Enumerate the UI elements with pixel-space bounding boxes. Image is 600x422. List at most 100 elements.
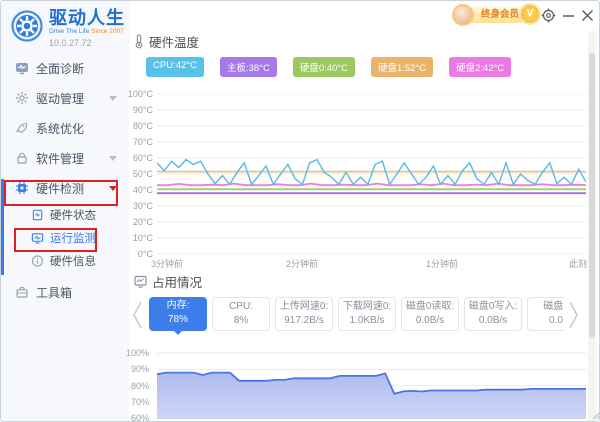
status-icon <box>31 208 44 221</box>
logo-gear-icon <box>9 8 45 44</box>
usage-card-value: 78% <box>149 313 207 327</box>
usage-card-title: 磁盘0读取: <box>402 300 458 314</box>
temp-ytick-0: 100°C <box>127 89 153 99</box>
series-硬盘2 <box>157 184 586 186</box>
temp-ytick-8: 20°C <box>127 217 153 227</box>
membership-badge[interactable]: 终身会员 <box>465 7 528 23</box>
temp-badge-cpu[interactable]: CPU:42°C <box>146 57 204 77</box>
temp-ytick-10: 0°C <box>127 249 153 259</box>
sidebar-item-hw-info[interactable]: 硬件信息 <box>1 249 129 272</box>
mem-ytick-2: 80% <box>123 381 149 391</box>
sidebar-item-label: 硬件信息 <box>50 253 96 269</box>
usage-card-value: 0.0B/s <box>402 314 458 328</box>
minimize-button[interactable] <box>559 6 577 24</box>
app-since: Since 2007 <box>91 28 124 35</box>
usage-card-value: 8% <box>213 314 269 328</box>
user-avatar[interactable] <box>452 4 474 26</box>
usage-card-title: 上传网速0: <box>276 300 332 314</box>
usage-card-title: CPU: <box>213 300 269 314</box>
lock-icon <box>15 151 29 165</box>
vip-v-icon[interactable]: V <box>521 5 539 23</box>
usage-card-cpu[interactable]: CPU:8% <box>212 297 270 331</box>
temp-ytick-1: 90°C <box>127 105 153 115</box>
temp-xtick-0: 3分钟前 <box>151 257 183 270</box>
sidebar-item-label: 运行监测 <box>50 230 96 246</box>
usage-card-title: 下载网速0: <box>339 300 395 314</box>
info-icon <box>31 254 44 267</box>
cards-scroll-right-icon[interactable] <box>568 300 579 335</box>
sidebar-item-software[interactable]: 软件管理 <box>1 143 129 173</box>
sidebar-active-indicator <box>1 179 4 275</box>
sidebar-item-label: 硬件状态 <box>50 207 96 223</box>
app-window: 驱动人生 Drive The Life Since 2007 10.0.27.7… <box>0 0 600 422</box>
temperature-badges: CPU:42°C 主板:38°C 硬盘0:40°C 硬盘1:52°C 硬盘2:42°C <box>146 57 511 77</box>
temp-ytick-6: 40°C <box>127 185 153 195</box>
app-tagline: Drive The Life <box>49 28 89 35</box>
usage-monitor-icon <box>134 275 147 288</box>
usage-card-title: 内存: <box>149 299 207 313</box>
usage-card-download[interactable]: 下载网速0:1.0KB/s <box>338 297 396 331</box>
sidebar: 驱动人生 Drive The Life Since 2007 10.0.27.7… <box>1 1 129 422</box>
temp-ytick-7: 30°C <box>127 201 153 211</box>
temp-badge-disk0[interactable]: 硬盘0:40°C <box>293 57 355 77</box>
sidebar-item-optimize[interactable]: 系统优化 <box>1 113 129 143</box>
temp-badge-disk1[interactable]: 硬盘1:52°C <box>371 57 433 77</box>
temp-ytick-2: 80°C <box>127 121 153 131</box>
sidebar-item-hw-status[interactable]: 硬件状态 <box>1 203 129 226</box>
mem-ytick-4: 60% <box>123 413 149 422</box>
app-title: 驱动人生 <box>49 8 125 28</box>
resize-grip-icon[interactable] <box>590 410 600 420</box>
sidebar-item-driver[interactable]: 驱动管理 <box>1 83 129 113</box>
sidebar-item-hardware[interactable]: 硬件检测 <box>1 173 129 203</box>
diagnose-icon <box>15 61 29 75</box>
temp-xtick-2: 1分钟前 <box>426 257 458 270</box>
sidebar-item-run-monitor[interactable]: 运行监测 <box>1 226 129 249</box>
temperature-section-title: 硬件温度 <box>134 32 199 51</box>
usage-section-title: 占用情况 <box>134 272 202 291</box>
app-logo: 驱动人生 Drive The Life Since 2007 10.0.27.7… <box>9 8 125 48</box>
temp-ytick-3: 70°C <box>127 137 153 147</box>
mem-ytick-1: 90% <box>123 364 149 374</box>
sidebar-item-label: 驱动管理 <box>36 90 84 107</box>
temp-xtick-3: 此刻 <box>569 257 587 270</box>
sidebar-item-toolbox[interactable]: 工具箱 <box>1 277 129 307</box>
sidebar-item-label: 工具箱 <box>36 284 72 301</box>
usage-card-value: 0.0B/s <box>465 314 521 328</box>
chip-icon <box>15 181 29 195</box>
thermometer-icon <box>134 34 144 49</box>
sidebar-item-label: 软件管理 <box>36 150 84 167</box>
usage-card-value: 1.0KB/s <box>339 314 395 328</box>
sidebar-item-diagnose[interactable]: 全面诊断 <box>1 53 129 83</box>
cards-scroll-left-icon[interactable] <box>132 300 143 335</box>
usage-card-disk0-read[interactable]: 磁盘0读取:0.0B/s <box>401 297 459 331</box>
usage-card-value: 0.0 <box>528 314 564 328</box>
temperature-chart <box>157 94 586 254</box>
usage-card-title: 磁盘1 <box>528 300 564 314</box>
monitor-icon <box>31 231 44 244</box>
usage-card-memory[interactable]: 内存:78% <box>149 297 207 331</box>
temp-xtick-1: 2分钟前 <box>286 257 318 270</box>
scrollbar-thumb[interactable] <box>589 53 595 338</box>
sidebar-nav: 全面诊断驱动管理系统优化软件管理硬件检测硬件状态运行监测硬件信息工具箱 <box>1 53 129 307</box>
memory-usage-chart <box>157 349 586 419</box>
temp-badge-disk2[interactable]: 硬盘2:42°C <box>449 57 511 77</box>
sidebar-item-label: 硬件检测 <box>36 180 84 197</box>
temp-ytick-9: 10°C <box>127 233 153 243</box>
usage-card-upload[interactable]: 上传网速0:917.2B/s <box>275 297 333 331</box>
rocket-icon <box>15 121 29 135</box>
chevron-down-icon[interactable] <box>109 156 117 161</box>
close-button[interactable] <box>578 6 596 24</box>
chevron-down-icon[interactable] <box>109 186 117 191</box>
temp-badge-board[interactable]: 主板:38°C <box>220 57 277 77</box>
sidebar-item-label: 全面诊断 <box>36 60 84 77</box>
vertical-scrollbar[interactable] <box>588 31 596 422</box>
settings-gear-icon[interactable] <box>539 6 557 24</box>
usage-cards: 内存:78%CPU:8%上传网速0:917.2B/s下载网速0:1.0KB/s磁… <box>149 297 564 331</box>
chevron-down-icon[interactable] <box>109 96 117 101</box>
usage-card-disk0-write[interactable]: 磁盘0写入:0.0B/s <box>464 297 522 331</box>
mem-ytick-3: 70% <box>123 397 149 407</box>
sidebar-item-label: 系统优化 <box>36 120 84 137</box>
mem-ytick-0: 100% <box>123 348 149 358</box>
driver-gear-icon <box>15 91 29 105</box>
usage-card-disk1[interactable]: 磁盘10.0 <box>527 297 564 331</box>
